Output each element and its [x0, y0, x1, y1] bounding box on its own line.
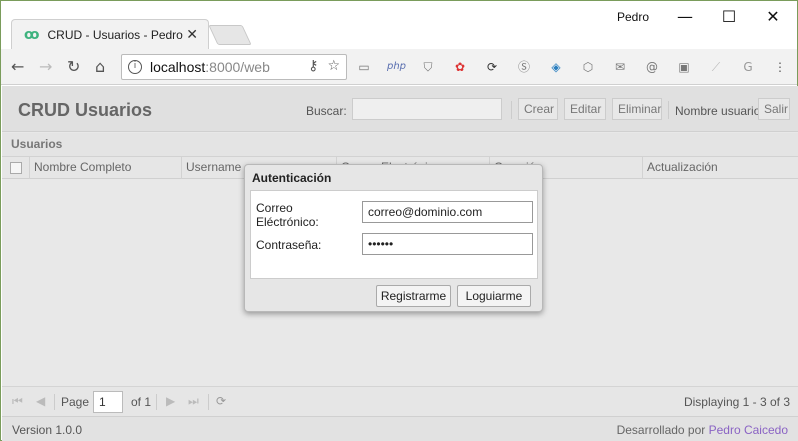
key-and-star-icons: ⚷ ☆: [308, 58, 340, 74]
skype-extension-icon[interactable]: Ⓢ: [515, 58, 533, 76]
column-header[interactable]: Actualización: [643, 157, 798, 179]
title-bar: ꝏ CRUD - Usuarios - Pedro ✕ Pedro — ☐ ✕: [1, 1, 797, 49]
login-dialog: Autenticación Correo Eléctrónico: correo@…: [244, 164, 543, 312]
sync-extension-icon[interactable]: ⟳: [483, 58, 501, 76]
username-label: Nombre usuario: [675, 104, 761, 118]
info-icon[interactable]: i: [128, 60, 142, 74]
password-label: Contraseña:: [256, 238, 322, 252]
next-page-icon[interactable]: ▶: [166, 394, 175, 408]
create-button[interactable]: Crear: [518, 98, 558, 120]
password-field[interactable]: ••••••: [362, 233, 533, 255]
footer: Version 1.0.0 Desarrollado por Pedro Cai…: [2, 416, 798, 441]
feather-extension-icon[interactable]: ⟋: [707, 58, 725, 76]
developer-credit: Desarrollado por Pedro Caicedo: [617, 423, 788, 437]
at-extension-icon[interactable]: @: [643, 58, 661, 76]
developer-link[interactable]: Pedro Caicedo: [709, 423, 788, 437]
display-count: Displaying 1 - 3 of 3: [683, 395, 790, 409]
search-input[interactable]: [352, 98, 502, 120]
forward-icon[interactable]: →: [39, 57, 52, 76]
color-picker-extension-icon[interactable]: ✿: [451, 58, 469, 76]
shield-extension-icon[interactable]: ⛉: [419, 58, 437, 76]
column-header[interactable]: Nombre Completo: [30, 157, 182, 179]
reload-icon[interactable]: ↻: [67, 57, 80, 76]
browser-toolbar: ← → ↻ ⌂ i localhost:8000/web ⚷ ☆ ▭ php ⛉…: [1, 49, 797, 85]
cube-extension-icon[interactable]: ⬡: [579, 58, 597, 76]
refresh-icon[interactable]: ⟳: [216, 394, 226, 408]
mail-extension-icon[interactable]: ✉: [611, 58, 629, 76]
email-field[interactable]: correo@dominio.com: [362, 201, 533, 223]
address-bar[interactable]: i localhost:8000/web ⚷ ☆: [121, 54, 347, 80]
header-divider: [668, 101, 669, 119]
url-host: localhost: [150, 59, 206, 75]
pager-divider: [156, 394, 157, 410]
url-path: :8000/web: [205, 59, 270, 75]
dialog-title: Autenticación: [252, 171, 332, 185]
key-icon[interactable]: ⚷: [308, 58, 318, 74]
menu-dots-icon[interactable]: ⋮: [771, 58, 789, 76]
logout-button[interactable]: Salir: [758, 98, 790, 120]
close-window-icon[interactable]: ✕: [751, 5, 795, 29]
browser-tab[interactable]: ꝏ CRUD - Usuarios - Pedro ✕: [11, 19, 209, 49]
email-label: Correo Eléctrónico:: [256, 201, 319, 229]
g-extension-icon[interactable]: G: [739, 58, 757, 76]
browser-window: ꝏ CRUD - Usuarios - Pedro ✕ Pedro — ☐ ✕ …: [0, 0, 798, 441]
cast-icon[interactable]: ▭: [355, 58, 373, 76]
box-extension-icon[interactable]: ▣: [675, 58, 693, 76]
compass-extension-icon[interactable]: ◈: [547, 58, 565, 76]
php-extension-icon[interactable]: php: [387, 58, 406, 76]
maximize-icon[interactable]: ☐: [707, 5, 751, 29]
page-count: of 1: [131, 395, 152, 409]
select-all-checkbox[interactable]: [10, 162, 22, 174]
home-icon[interactable]: ⌂: [95, 57, 105, 76]
pager-divider: [54, 394, 55, 410]
last-page-icon[interactable]: ⏭: [188, 394, 199, 409]
app-header: CRUD Usuarios Buscar: Crear Editar Elimi…: [2, 86, 798, 132]
prev-page-icon[interactable]: ◀: [36, 394, 45, 408]
profile-name[interactable]: Pedro: [617, 10, 649, 24]
version-label: Version 1.0.0: [12, 423, 83, 437]
header-divider: [511, 101, 512, 119]
delete-button[interactable]: Eliminar: [612, 98, 662, 120]
developer-prefix: Desarrollado por: [616, 423, 709, 437]
page-label: Page: [61, 395, 90, 409]
tab-title: CRUD - Usuarios - Pedro: [47, 27, 183, 42]
bookmark-star-icon[interactable]: ☆: [327, 58, 340, 74]
search-label: Buscar:: [306, 104, 347, 118]
panel-title: Usuarios: [2, 133, 798, 157]
page-number-input[interactable]: 1: [93, 391, 123, 413]
email-label-line1: Correo: [256, 201, 293, 215]
edit-button[interactable]: Editar: [564, 98, 606, 120]
select-all-column: [2, 157, 30, 179]
pagination-bar: ⏮ ◀ Page 1 of 1 ▶ ⏭ ⟳ Displaying 1 - 3 o…: [2, 386, 798, 416]
register-button[interactable]: Registrarme: [376, 285, 451, 307]
first-page-icon[interactable]: ⏮: [12, 394, 23, 409]
pager-divider: [208, 394, 209, 410]
tab-close-icon[interactable]: ✕: [186, 26, 198, 43]
new-tab-button[interactable]: [208, 25, 252, 45]
dialog-body: Correo Eléctrónico: correo@dominio.com Co…: [250, 190, 538, 279]
minimize-icon[interactable]: —: [663, 5, 707, 29]
login-button[interactable]: Loguiarme: [457, 285, 531, 307]
email-label-line2: Eléctrónico:: [256, 215, 319, 229]
tab-favicon-icon: ꝏ: [24, 26, 40, 43]
page-title: CRUD Usuarios: [18, 100, 153, 120]
back-icon[interactable]: ←: [11, 57, 24, 76]
